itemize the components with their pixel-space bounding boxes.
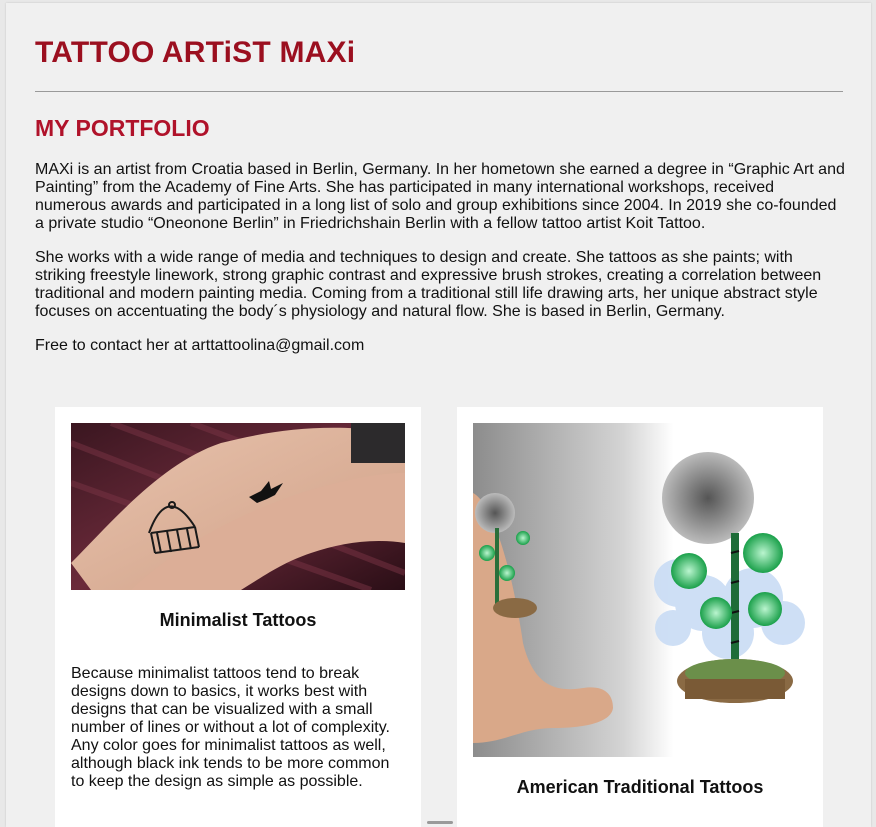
card-text-minimalist: Because minimalist tattoos tend to break… [71,665,390,790]
scroll-handle[interactable] [427,821,453,824]
american-traditional-tattoo-photo [473,423,807,757]
header-divider [35,91,843,92]
card-american-traditional-tattoos: American Traditional Tattoos [457,407,823,827]
intro-paragraph-1: MAXi is an artist from Croatia based in … [35,161,845,232]
intro-paragraph-2: She works with a wide range of media and… [35,249,822,320]
portfolio-heading: MY PORTFOLIO [35,115,210,141]
site-title: TATTOO ARTiST MAXi [35,36,356,69]
card-title-minimalist: Minimalist Tattoos [159,610,317,630]
card-minimalist-tattoos: Minimalist Tattoos Because minimalist ta… [55,407,421,827]
contact-line: Free to contact her at arttattoolina@gma… [35,337,365,354]
page: TATTOO ARTiST MAXi MY PORTFOLIO MAXi is … [6,3,871,827]
minimalist-tattoo-photo [71,423,405,590]
card-title-american-traditional: American Traditional Tattoos [516,777,764,797]
portfolio-intro: MAXi is an artist from Croatia based in … [35,161,845,371]
